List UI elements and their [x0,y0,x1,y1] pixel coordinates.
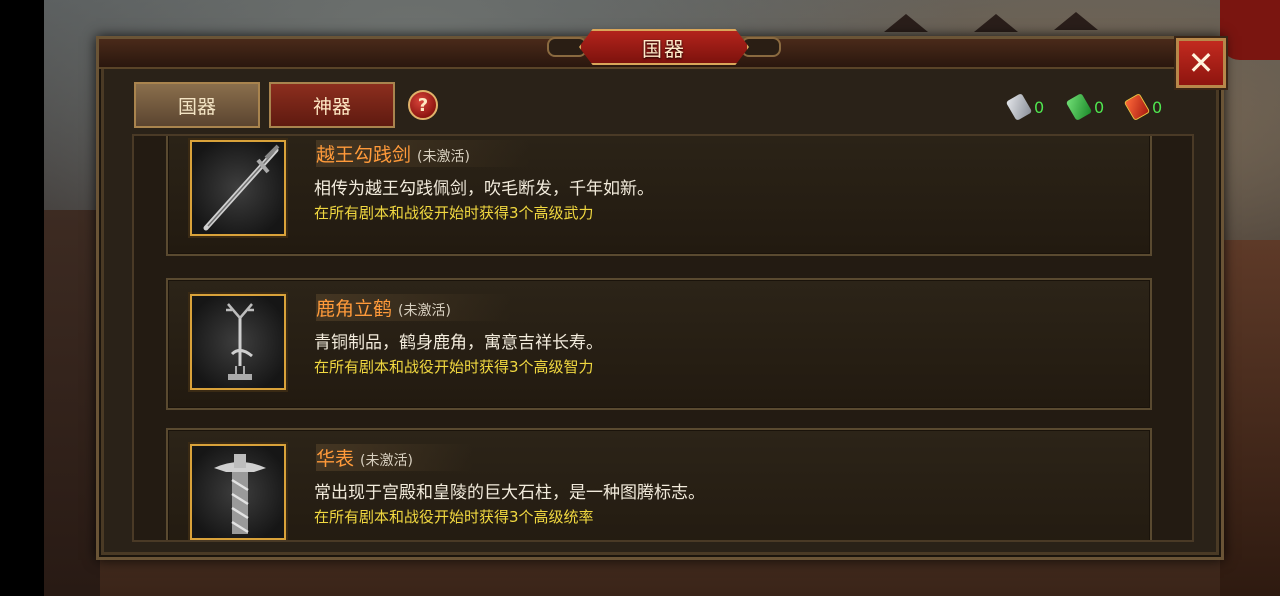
antler-crane-icon [190,294,286,390]
currency-value: 0 [1094,97,1105,117]
currency-value: 0 [1034,97,1045,117]
screen-edge-bar [0,0,44,596]
dialog-title: 国器 [642,36,686,61]
sword-icon [190,140,286,236]
item-status: (未激活) [360,453,413,469]
item-description: 常出现于宫殿和皇陵的巨大石柱，是一种图腾标志。 [314,483,705,503]
building-left [44,210,100,596]
roof-decoration [884,14,928,32]
question-icon: ? [417,94,429,116]
item-description: 青铜制品，鹤身鹿角，寓意吉祥长寿。 [314,333,603,353]
roof-decoration [974,14,1018,32]
currency-value: 0 [1152,97,1163,117]
stone-pillar-icon [190,444,286,540]
item-status: (未激活) [398,303,451,319]
item-effect: 在所有剧本和战役开始时获得3个高级统率 [314,508,594,526]
item-effect: 在所有剧本和战役开始时获得3个高级武力 [314,204,594,222]
dialog-title-plate: 国器 [579,29,749,65]
close-icon: ✕ [1187,44,1215,82]
tab-guoqi[interactable]: 国器 [134,82,260,128]
item-name: 华表 [316,448,355,470]
item-name: 鹿角立鹤 [316,298,393,320]
item-description: 相传为越王勾践佩剑，吹毛断发，千年如新。 [314,179,654,199]
item-title: 华表 (未激活) [316,444,473,471]
item-list[interactable]: 越王勾践剑 (未激活) 相传为越王勾践佩剑，吹毛断发，千年如新。 在所有剧本和战… [132,134,1194,542]
list-item[interactable]: 越王勾践剑 (未激活) 相传为越王勾践佩剑，吹毛断发，千年如新。 在所有剧本和战… [166,136,1152,256]
red-token-icon [1123,92,1151,122]
help-button[interactable]: ? [408,90,438,120]
item-name: 越王勾践剑 [316,144,412,166]
list-item[interactable]: 鹿角立鹤 (未激活) 青铜制品，鹤身鹿角，寓意吉祥长寿。 在所有剧本和战役开始时… [166,278,1152,410]
item-title: 鹿角立鹤 (未激活) [316,294,511,321]
close-button[interactable]: ✕ [1176,38,1226,88]
item-status: (未激活) [417,149,470,165]
currency-red: 0 [1123,92,1163,122]
item-title: 越王勾践剑 (未激活) [316,140,530,167]
roof-decoration [1054,12,1098,30]
silver-token-icon [1005,92,1033,122]
green-token-icon [1065,92,1093,122]
building-right [1220,240,1280,596]
item-effect: 在所有剧本和战役开始时获得3个高级智力 [314,358,594,376]
list-item[interactable]: 华表 (未激活) 常出现于宫殿和皇陵的巨大石柱，是一种图腾标志。 在所有剧本和战… [166,428,1152,540]
currency-silver: 0 [1005,92,1045,122]
currency-green: 0 [1065,92,1105,122]
corner-ornament [1220,0,1280,60]
tab-shenqi[interactable]: 神器 [269,82,395,128]
